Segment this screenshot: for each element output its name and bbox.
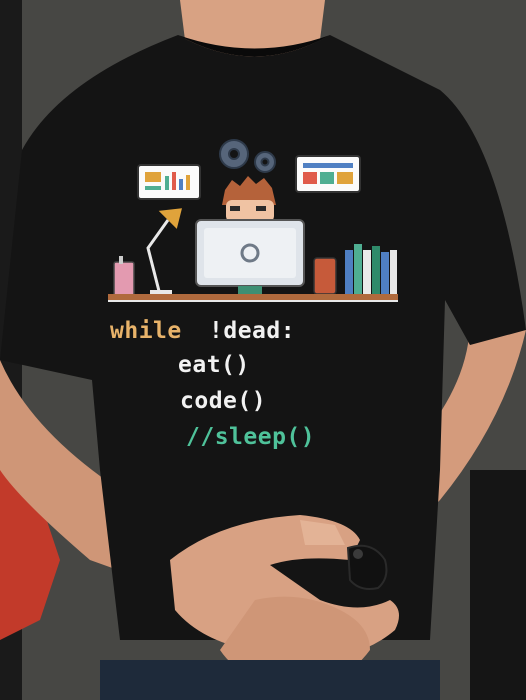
print-line3: code() bbox=[180, 388, 267, 414]
print-line4-comment: //sleep() bbox=[186, 424, 316, 450]
print-line1-condition: !dead: bbox=[209, 318, 296, 344]
desk-shelf bbox=[108, 294, 398, 300]
dashboard-icon bbox=[137, 164, 201, 200]
mug-icon bbox=[113, 256, 135, 297]
photo-scene: while !dead: eat() code() //sleep() bbox=[0, 0, 526, 700]
jeans bbox=[100, 660, 440, 700]
dashboard-icon-right bbox=[295, 155, 361, 193]
right-bottom-shadow bbox=[470, 470, 526, 700]
monitor-icon bbox=[195, 219, 305, 294]
print-keyword-while: while bbox=[110, 318, 182, 344]
print-line2: eat() bbox=[178, 352, 250, 378]
developer-character bbox=[222, 176, 276, 222]
photo-illustration bbox=[0, 0, 526, 700]
